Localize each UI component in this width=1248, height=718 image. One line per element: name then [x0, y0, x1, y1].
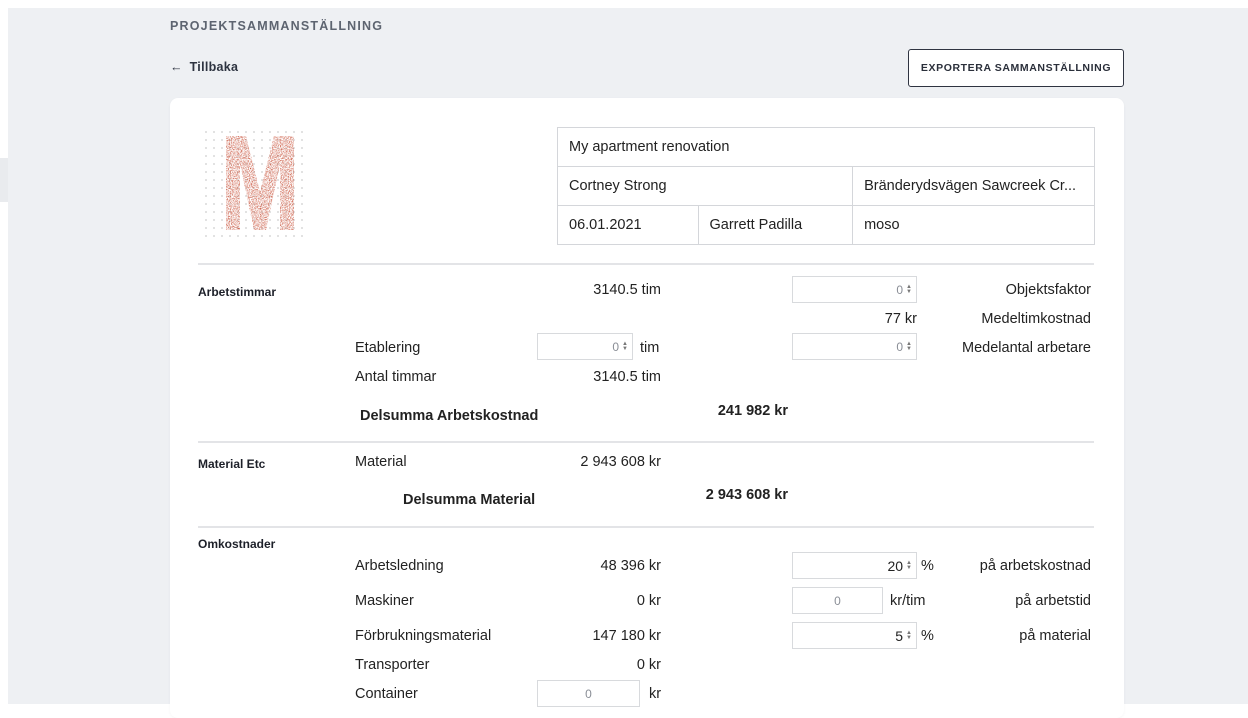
material-label: Material [355, 454, 407, 470]
etablering-value: 0 [612, 339, 620, 354]
spinner-icon[interactable]: ▲ ▼ [906, 630, 912, 641]
spinner-icon[interactable]: ▲ ▼ [622, 341, 628, 352]
project-responsible: Garrett Padilla [697, 205, 854, 245]
project-code: moso [852, 205, 1095, 245]
subtotal-arbetskostnad-label: Delsumma Arbetskostnad [360, 408, 539, 424]
forbrukningsmaterial-input-value: 5 [895, 627, 904, 644]
container-label: Container [355, 686, 418, 702]
arrow-left-icon: ← [170, 60, 183, 74]
etablering-unit: tim [640, 340, 660, 356]
medelantal-label: Medelantal arbetare [962, 340, 1091, 356]
objektsfaktor-label: Objektsfaktor [1005, 282, 1091, 298]
section-title-omkostnader: Omkostnader [198, 537, 276, 551]
project-address: Bränderydsvägen Sawcreek Cr... [852, 166, 1095, 206]
etablering-label: Etablering [355, 340, 421, 356]
back-link[interactable]: ← Tillbaka [170, 60, 238, 74]
maskiner-input[interactable]: 0 [792, 587, 883, 614]
container-input-value: 0 [585, 686, 592, 701]
arbetsledning-value: 48 396 kr [600, 558, 661, 574]
forbrukningsmaterial-label: Förbrukningsmaterial [355, 628, 492, 644]
section-title-arbetstimmar: Arbetstimmar [198, 285, 277, 299]
arbetsledning-label: Arbetsledning [355, 558, 444, 574]
subtotal-arbetskostnad-value: 241 982 kr [717, 403, 788, 419]
forbrukningsmaterial-unit: % [921, 628, 934, 644]
hours-total: 3140.5 tim [593, 282, 661, 298]
section-divider [198, 441, 1094, 443]
maskiner-value: 0 kr [636, 593, 661, 609]
subtotal-material-label: Delsumma Material [403, 492, 536, 508]
maskiner-unit: kr/tim [890, 593, 926, 609]
arbetsledning-input[interactable]: 20 ▲ ▼ [792, 552, 917, 579]
transporter-value: 0 kr [636, 657, 661, 673]
spinner-icon[interactable]: ▲ ▼ [906, 560, 912, 571]
material-value: 2 943 608 kr [580, 454, 661, 470]
container-input[interactable]: 0 [537, 680, 640, 707]
forbrukningsmaterial-value: 147 180 kr [592, 628, 661, 644]
arbetsledning-unit: % [921, 558, 934, 574]
medeltim-label: Medeltimkostnad [981, 311, 1091, 327]
arbetsledning-input-value: 20 [887, 557, 904, 574]
forbrukningsmaterial-basis: på material [1019, 628, 1091, 644]
back-label: Tillbaka [189, 60, 239, 74]
section-divider [198, 526, 1094, 528]
section-title-material: Material Etc [198, 457, 266, 471]
project-info-table: My apartment renovation Cortney Strong B… [556, 127, 1095, 245]
subtotal-material-value: 2 943 608 kr [705, 487, 788, 503]
maskiner-input-value: 0 [834, 593, 841, 608]
maskiner-label: Maskiner [355, 593, 414, 609]
container-unit: kr [649, 686, 662, 702]
page-title: PROJEKTSAMMANSTÄLLNING [170, 19, 384, 33]
objektsfaktor-input[interactable]: 0 ▲ ▼ [792, 276, 917, 303]
medelantal-input[interactable]: 0 ▲ ▼ [792, 333, 917, 360]
export-summary-button[interactable]: EXPORTERA SAMMANSTÄLLNING [908, 49, 1124, 87]
arbetsledning-basis: på arbetskostnad [979, 558, 1091, 574]
forbrukningsmaterial-input[interactable]: 5 ▲ ▼ [792, 622, 917, 649]
etablering-input[interactable]: 0 ▲ ▼ [537, 333, 633, 360]
maskiner-basis: på arbetstid [1015, 593, 1091, 609]
transporter-label: Transporter [355, 657, 430, 673]
project-name: My apartment renovation [557, 127, 1095, 167]
company-logo [202, 128, 308, 240]
client-name: Cortney Strong [556, 166, 854, 206]
project-date: 06.01.2021 [557, 205, 699, 245]
section-divider [198, 263, 1094, 265]
antal-timmar-value: 3140.5 tim [593, 369, 661, 385]
antal-timmar-label: Antal timmar [355, 369, 437, 385]
logo-m-icon [226, 136, 294, 230]
side-handle [0, 158, 8, 202]
